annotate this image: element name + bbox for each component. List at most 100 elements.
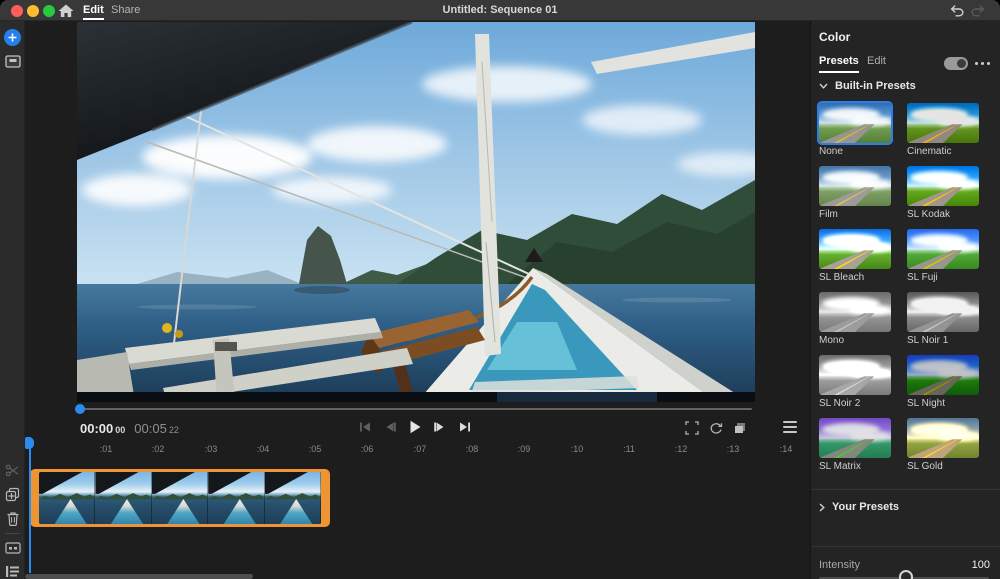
- clip-frame-thumbnail: [152, 472, 208, 524]
- preset-sl-gold[interactable]: SL Gold: [907, 418, 979, 472]
- undo-icon[interactable]: [949, 4, 964, 17]
- ruler-tick: :13: [727, 444, 740, 454]
- ruler-tick: :06: [361, 444, 374, 454]
- toggle-knob: [957, 59, 966, 68]
- clip-frame-thumbnail: [39, 472, 95, 524]
- playhead-handle[interactable]: [25, 437, 34, 449]
- preset-thumbnail: [819, 292, 891, 332]
- timeline-ruler[interactable]: :01 :02 :03 :04 :05 :06 :07 :08 :09 :10 …: [25, 440, 807, 462]
- skip-to-start-icon[interactable]: [357, 419, 373, 435]
- sequence-title: Untitled: Sequence 01: [0, 0, 1000, 21]
- preset-thumbnail: [907, 103, 979, 143]
- ruler-tick: :11: [623, 444, 635, 454]
- delete-clip-icon[interactable]: [0, 511, 25, 526]
- fullscreen-icon[interactable]: [684, 420, 699, 435]
- panel-divider: [811, 546, 1000, 547]
- preset-label: None: [819, 146, 891, 157]
- preset-grid: None Cinematic Film SL Kodak SL Bleach S…: [819, 103, 995, 472]
- duration-time: 00:05: [134, 421, 167, 436]
- ruler-tick: :04: [257, 444, 270, 454]
- preset-mono[interactable]: Mono: [819, 292, 891, 346]
- preset-label: Cinematic: [907, 146, 979, 157]
- tab-color-edit[interactable]: Edit: [867, 55, 886, 67]
- preset-label: SL Matrix: [819, 461, 891, 472]
- ruler-tick: :10: [571, 444, 584, 454]
- loop-icon[interactable]: [708, 420, 723, 435]
- preset-cinematic[interactable]: Cinematic: [907, 103, 979, 157]
- viewer-options: [684, 420, 747, 435]
- ruler-tick: :07: [414, 444, 427, 454]
- ruler-tick: :02: [152, 444, 165, 454]
- preset-thumbnail: [907, 418, 979, 458]
- ruler-tick: :03: [205, 444, 218, 454]
- preset-label: SL Bleach: [819, 272, 891, 283]
- preset-film[interactable]: Film: [819, 166, 891, 220]
- split-clip-icon[interactable]: [0, 463, 25, 478]
- preset-thumbnail: [819, 355, 891, 395]
- tab-presets[interactable]: Presets: [819, 55, 859, 67]
- intensity-label: Intensity: [819, 559, 860, 571]
- preview-scrubber-handle[interactable]: [75, 404, 85, 414]
- preset-sl-matrix[interactable]: SL Matrix: [819, 418, 891, 472]
- your-presets-header[interactable]: Your Presets: [819, 501, 899, 513]
- timecode-display: 00:000000:0522: [80, 420, 179, 438]
- preset-sl-bleach[interactable]: SL Bleach: [819, 229, 891, 283]
- timeline-clip-selected[interactable]: [30, 469, 330, 527]
- preset-thumbnail: [819, 103, 891, 143]
- plus-icon: [4, 29, 21, 46]
- preset-sl-kodak[interactable]: SL Kodak: [907, 166, 979, 220]
- playback-quality-icon[interactable]: [732, 420, 747, 435]
- chevron-right-icon: [819, 503, 825, 512]
- preset-sl-fuji[interactable]: SL Fuji: [907, 229, 979, 283]
- timeline-horizontal-scrollbar[interactable]: [25, 574, 253, 579]
- clip-frame-thumbnail: [265, 472, 321, 524]
- intensity-value: 100: [972, 559, 990, 571]
- preset-label: SL Gold: [907, 461, 979, 472]
- video-preview-canvas: [77, 22, 755, 402]
- chevron-down-icon: [819, 83, 828, 89]
- play-icon[interactable]: [407, 419, 423, 435]
- preset-sl-noir-1[interactable]: SL Noir 1: [907, 292, 979, 346]
- add-media-button[interactable]: [0, 29, 25, 46]
- preset-label: SL Night: [907, 398, 979, 409]
- left-toolbar: [0, 21, 25, 579]
- ruler-tick: :14: [780, 444, 793, 454]
- skip-to-end-icon[interactable]: [457, 419, 473, 435]
- redo-icon[interactable]: [971, 4, 986, 17]
- intensity-slider-handle[interactable]: [899, 570, 913, 579]
- step-forward-icon[interactable]: [432, 419, 448, 435]
- track-options-icon[interactable]: [0, 565, 25, 578]
- preset-thumbnail: [819, 418, 891, 458]
- color-panel: Color Presets Edit Built-in Presets None…: [810, 21, 1000, 579]
- preset-thumbnail: [907, 292, 979, 332]
- title-bar: Edit Share Untitled: Sequence 01: [0, 0, 1000, 21]
- builtin-presets-header[interactable]: Built-in Presets: [819, 80, 916, 92]
- step-back-icon[interactable]: [382, 419, 398, 435]
- preview-scrubber-track[interactable]: [80, 408, 752, 410]
- your-presets-label: Your Presets: [832, 501, 899, 513]
- current-frames: 00: [115, 425, 125, 435]
- duplicate-clip-icon[interactable]: [0, 487, 25, 502]
- preset-sl-night[interactable]: SL Night: [907, 355, 979, 409]
- preset-thumbnail: [907, 166, 979, 206]
- more-options-icon[interactable]: [975, 62, 990, 65]
- duration-frames: 22: [169, 425, 179, 435]
- ruler-tick: :05: [309, 444, 322, 454]
- preset-label: Mono: [819, 335, 891, 346]
- ruler-tick: :09: [518, 444, 531, 454]
- premiere-rush-window: Edit Share Untitled: Sequence 01: [0, 0, 1000, 579]
- clip-thumbnail-strip: [39, 472, 321, 524]
- preset-label: SL Fuji: [907, 272, 979, 283]
- preset-sl-noir-2[interactable]: SL Noir 2: [819, 355, 891, 409]
- playhead[interactable]: [29, 437, 31, 573]
- effect-enable-toggle[interactable]: [944, 57, 968, 70]
- ruler-tick: :12: [675, 444, 688, 454]
- preset-none[interactable]: None: [819, 103, 891, 157]
- timeline-menu-icon[interactable]: [783, 421, 797, 433]
- preset-label: SL Noir 2: [819, 398, 891, 409]
- preset-label: SL Noir 1: [907, 335, 979, 346]
- ruler-tick: :01: [100, 444, 113, 454]
- media-browser-icon[interactable]: [0, 55, 25, 68]
- clip-frame-thumbnail: [95, 472, 151, 524]
- footage-icon[interactable]: [0, 542, 25, 554]
